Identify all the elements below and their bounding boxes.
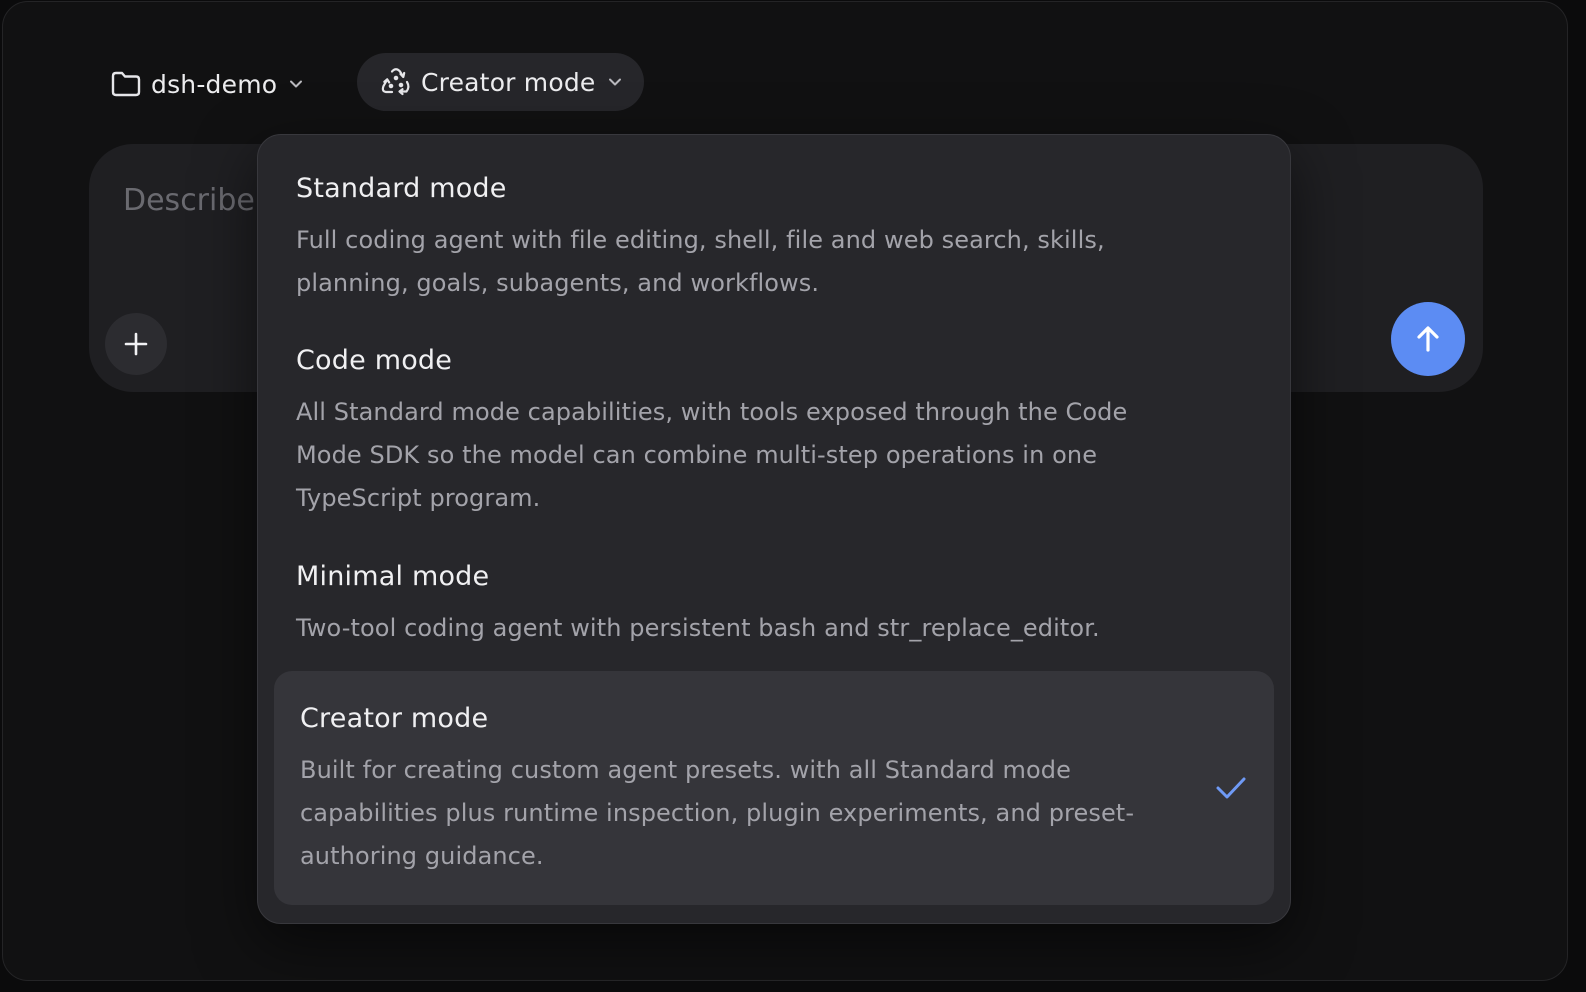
chevron-down-icon: [289, 79, 303, 89]
mode-option-title: Minimal mode: [296, 561, 490, 592]
folder-icon: [109, 67, 143, 101]
mode-option-title: Standard mode: [296, 173, 507, 204]
mode-option-minimal[interactable]: Minimal mode Two-tool coding agent with …: [274, 545, 1274, 661]
mode-option-description: Built for creating custom agent presets.…: [300, 756, 1135, 870]
mode-dropdown-menu: Standard mode Full coding agent with fil…: [257, 134, 1291, 924]
mode-option-code[interactable]: Code mode All Standard mode capabilities…: [274, 329, 1274, 529]
mode-option-creator[interactable]: Creator mode Built for creating custom a…: [274, 671, 1274, 905]
mode-option-description: Full coding agent with file editing, she…: [296, 226, 1105, 297]
mode-option-description: Two-tool coding agent with persistent ba…: [296, 614, 1100, 642]
plus-icon: [124, 332, 148, 356]
mode-option-title: Code mode: [296, 345, 453, 376]
mode-option-description: All Standard mode capabilities, with too…: [296, 398, 1128, 512]
mode-option-standard[interactable]: Standard mode Full coding agent with fil…: [274, 157, 1274, 317]
project-selector[interactable]: dsh-demo: [109, 59, 303, 109]
chevron-down-icon: [608, 77, 622, 87]
app-window: dsh-demo Creator mode Describe Standard …: [2, 1, 1568, 981]
add-attachment-button[interactable]: [105, 313, 167, 375]
mode-selector[interactable]: Creator mode: [357, 53, 644, 111]
checkmark-icon: [1214, 771, 1248, 805]
arrow-up-icon: [1417, 326, 1439, 352]
mode-option-title: Creator mode: [300, 703, 489, 734]
send-button[interactable]: [1391, 302, 1465, 376]
project-name: dsh-demo: [151, 69, 278, 99]
recycle-triangle-icon: [379, 65, 413, 99]
current-mode-label: Creator mode: [421, 67, 596, 97]
